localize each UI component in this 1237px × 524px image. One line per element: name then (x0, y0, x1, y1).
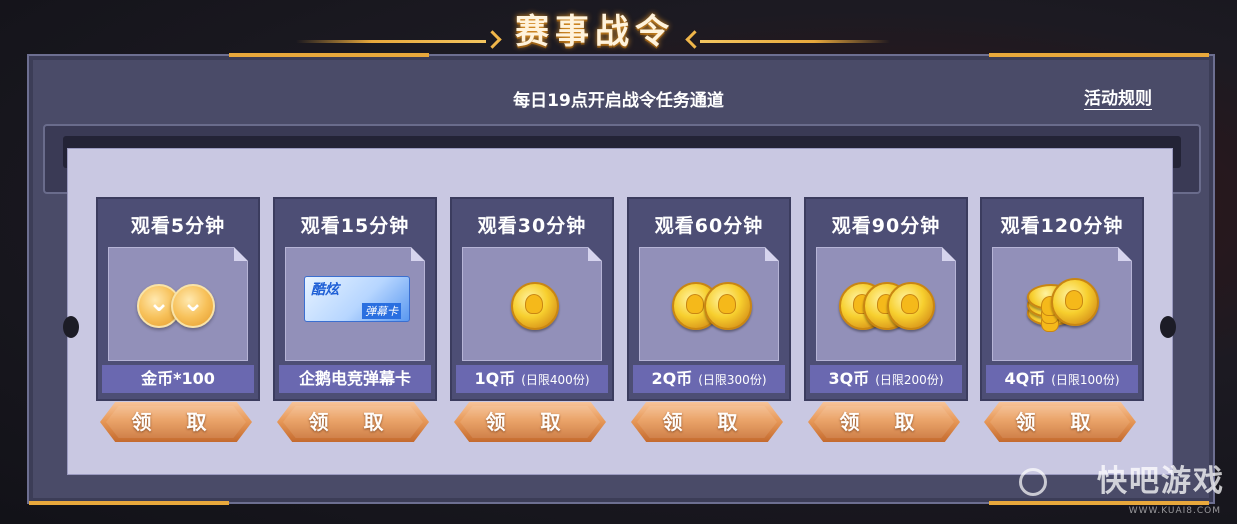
reward-label: 1Q币 (日限400份) (456, 365, 608, 393)
title-bar: 赛事战令 (0, 0, 1237, 54)
reward-card: 观看15分钟 酷炫 弹幕卡 企鹅电竞弹幕卡 (273, 197, 437, 401)
frame-accent (229, 53, 429, 57)
reward-label: 4Q币 (日限100份) (986, 365, 1138, 393)
panel-notch-right (1160, 316, 1176, 338)
claim-button[interactable]: 领 取 (100, 402, 252, 442)
claim-button[interactable]: 领 取 (454, 402, 606, 442)
reward-label: 企鹅电竞弹幕卡 (279, 365, 431, 393)
danmaku-card-icon: 酷炫 弹幕卡 (304, 276, 410, 322)
watermark-url: WWW.KUAI8.COM (1128, 506, 1221, 516)
claim-button[interactable]: 领 取 (984, 402, 1136, 442)
frame-accent (989, 501, 1209, 505)
frame-accent (989, 53, 1209, 57)
reward-card: 观看5分钟 金币*100 (96, 197, 260, 401)
title-divider-left (296, 40, 486, 43)
activity-rules-link[interactable]: 活动规则 (1084, 84, 1152, 109)
reward-card: 观看30分钟 1Q币 (日限400份) (450, 197, 614, 401)
reward-image (462, 247, 602, 361)
frame-accent (29, 501, 229, 505)
reward-label: 2Q币 (日限300份) (633, 365, 785, 393)
reward-label: 金币*100 (102, 365, 254, 393)
panel-notch-left (63, 316, 79, 338)
card-title: 观看120分钟 (1000, 215, 1124, 237)
card-title: 观看90分钟 (831, 215, 941, 237)
card-title: 观看15分钟 (300, 215, 410, 237)
reward-label: 3Q币 (日限200份) (810, 365, 962, 393)
page-title: 赛事战令 (515, 12, 675, 52)
watermark-text: 快吧游戏 (1097, 464, 1225, 499)
claim-button[interactable]: 领 取 (631, 402, 783, 442)
reward-image: 酷炫 弹幕卡 (285, 247, 425, 361)
card-title: 观看5分钟 (130, 215, 226, 237)
card-title: 观看30分钟 (477, 215, 587, 237)
reward-card: 观看120分钟 4Q币 (日限100份) (980, 197, 1144, 401)
reward-image (108, 247, 248, 361)
reward-image (639, 247, 779, 361)
card-title: 观看60分钟 (654, 215, 764, 237)
reward-card: 观看60分钟 2Q币 (日限300份) (627, 197, 791, 401)
claim-button[interactable]: 领 取 (277, 402, 429, 442)
reward-image (816, 247, 956, 361)
reward-image (992, 247, 1132, 361)
reward-card: 观看90分钟 3Q币 (日限200份) (804, 197, 968, 401)
event-subtitle: 每日19点开启战令任务通道 (513, 91, 724, 111)
claim-button[interactable]: 领 取 (808, 402, 960, 442)
title-divider-right (700, 40, 890, 43)
watermark-logo-icon (1019, 468, 1047, 496)
